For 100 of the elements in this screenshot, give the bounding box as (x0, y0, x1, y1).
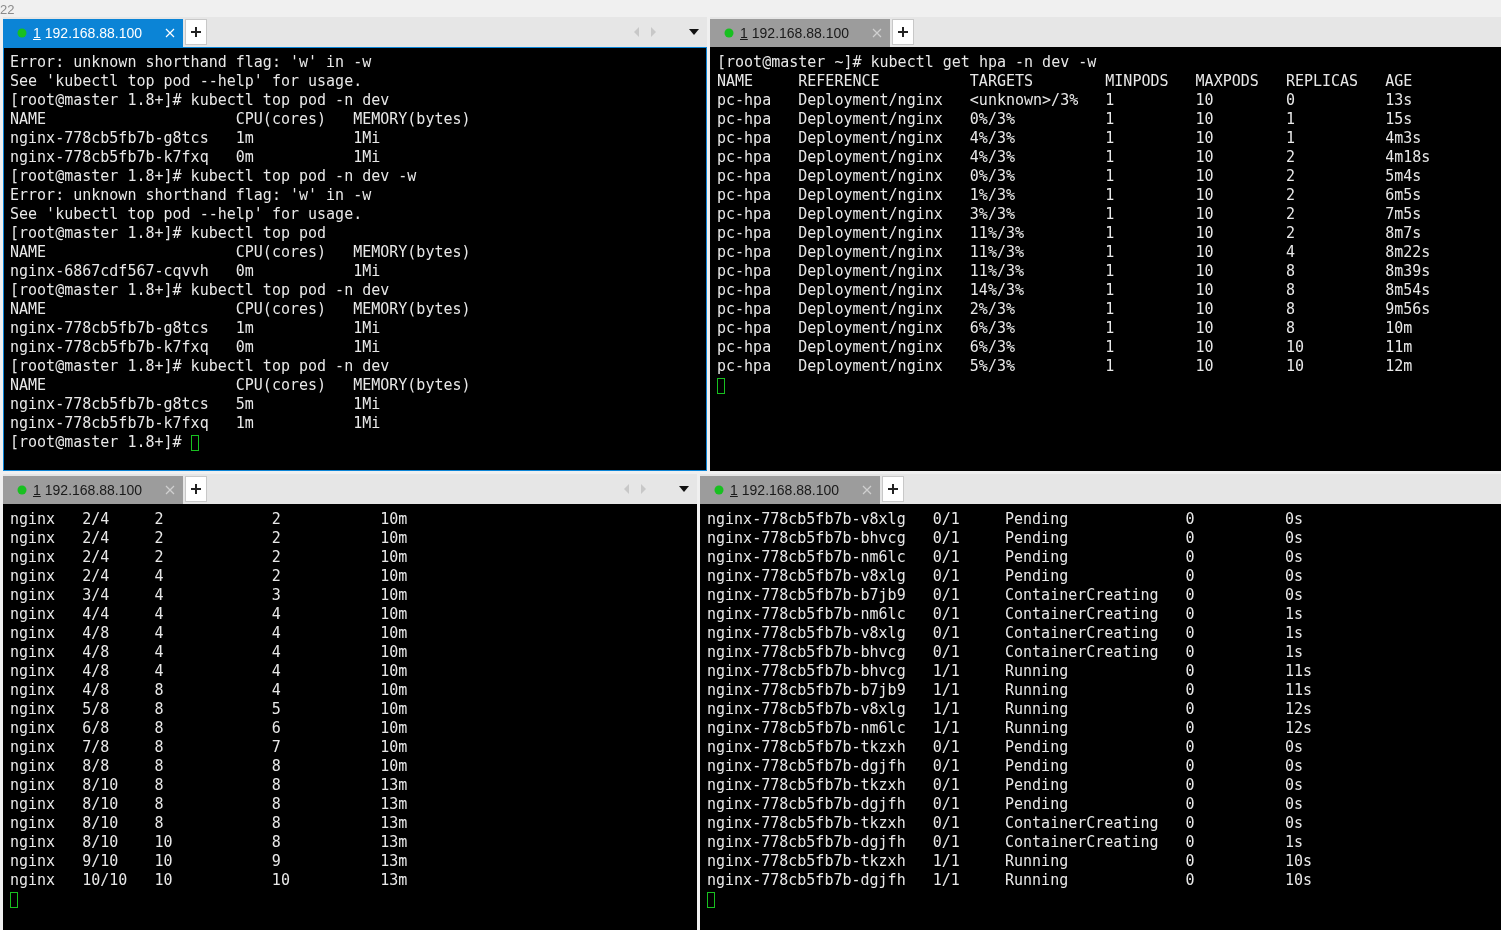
table-cell-text: 2 (1285, 148, 1296, 167)
table-cell-text: 2 (271, 567, 282, 586)
table-cell-text: 13m (380, 776, 409, 795)
session-tab[interactable]: 1 192.168.88.100 (710, 19, 890, 47)
table-cell-text: 10 (154, 871, 174, 890)
table-cell-text: 4 (271, 605, 282, 624)
table-cell-text: 0 (1185, 776, 1196, 795)
table-cell-text: MEMORY(bytes) (353, 110, 472, 129)
terminal-line: [root@master 1.8+]# kubectl top pod -n dev (10, 357, 391, 376)
table-cell-text: nginx (10, 643, 57, 662)
table-cell-text: 0%/3% (969, 110, 1016, 129)
table-cell-text: 11m (1385, 338, 1414, 357)
plus-icon (887, 483, 899, 495)
table-cell-text: 10 (1195, 357, 1215, 376)
table-cell-text: 8m7s (1385, 224, 1423, 243)
table-cell-text: ContainerCreating (1005, 833, 1160, 852)
new-tab-button[interactable] (185, 476, 207, 502)
table-cell-text: 2 (271, 548, 282, 567)
table-cell-text: 1 (1105, 281, 1116, 300)
table-cell-text: nginx-778cb5fb7b-dgjfh (707, 871, 907, 890)
table-cell-text: 0 (1185, 586, 1196, 605)
table-cell-text: 3 (271, 586, 282, 605)
dropdown-icon[interactable] (679, 486, 689, 492)
table-cell-text: 10m (380, 529, 409, 548)
table-cell-text: 1/1 (932, 719, 961, 738)
session-tab[interactable]: 1 192.168.88.100 (700, 476, 880, 504)
table-cell-text: 8 (1285, 281, 1296, 300)
table-cell-text: 0/1 (932, 795, 961, 814)
table-cell-text: nginx-778cb5fb7b-g8tcs (10, 395, 210, 414)
table-cell-text: 0/1 (932, 548, 961, 567)
table-cell-text: 0 (1185, 548, 1196, 567)
table-cell-text: 6%/3% (969, 338, 1016, 357)
table-cell-text: 13m (380, 814, 409, 833)
session-tab[interactable]: 1 192.168.88.100 (3, 476, 183, 504)
table-cell-text: CPU(cores) (235, 110, 328, 129)
table-cell-text: 1 (1105, 338, 1116, 357)
table-cell-text: ContainerCreating (1005, 605, 1160, 624)
table-cell-text: nginx (10, 567, 57, 586)
table-cell-text: 8m22s (1385, 243, 1432, 262)
table-cell-text: nginx (10, 852, 57, 871)
table-cell-text: AGE (1385, 72, 1414, 91)
session-tab[interactable]: 1 192.168.88.100 (3, 19, 183, 47)
table-cell-text: 2%/3% (969, 300, 1016, 319)
status-dot-icon (17, 28, 27, 38)
table-cell-text: 8 (154, 719, 165, 738)
table-cell-text: 6/8 (82, 719, 111, 738)
table-cell-text: 1Mi (353, 338, 382, 357)
table-cell-text: 1 (1105, 262, 1116, 281)
table-cell-text: 0s (1284, 510, 1304, 529)
table-cell-text: 1/1 (932, 871, 961, 890)
table-cell-text: 4/8 (82, 681, 111, 700)
table-cell-text: 1Mi (353, 129, 382, 148)
table-cell-text: 1 (1105, 224, 1116, 243)
table-cell-text: 0 (1185, 757, 1196, 776)
table-cell-text: 0 (1185, 871, 1196, 890)
table-cell-text: 4/8 (82, 662, 111, 681)
table-cell-text: 4/8 (82, 643, 111, 662)
table-cell-text: nginx (10, 586, 57, 605)
table-cell-text: 0 (1185, 681, 1196, 700)
table-cell-text: Deployment/nginx (798, 129, 944, 148)
table-cell-text: 10s (1284, 871, 1314, 890)
new-tab-button[interactable] (882, 476, 904, 502)
table-cell-text: 10m (380, 738, 409, 757)
table-cell-text: 10m (1385, 319, 1414, 338)
table-cell-text: nginx-778cb5fb7b-k7fxq (10, 414, 210, 433)
table-cell-text: 4 (154, 624, 165, 643)
terminal-line: [root@master ~]# kubectl get hpa -n dev -w (717, 53, 1098, 72)
table-cell-text: Deployment/nginx (798, 186, 944, 205)
table-cell-text: 10 (1195, 338, 1215, 357)
table-cell-text: 0 (1185, 567, 1196, 586)
new-tab-button[interactable] (185, 19, 207, 45)
table-cell-text: 0/1 (932, 776, 961, 795)
table-cell-text: 8 (271, 757, 282, 776)
table-cell-text: pc-hpa (717, 262, 773, 281)
table-cell-text: nginx (10, 871, 57, 890)
table-cell-text: ContainerCreating (1005, 586, 1160, 605)
table-cell-text: nginx (10, 738, 57, 757)
table-cell-text: 9/10 (82, 852, 120, 871)
table-cell-text: 10 (154, 833, 174, 852)
table-cell-text: 0m (235, 262, 255, 281)
table-cell-text: 1 (1105, 129, 1116, 148)
table-cell-text: NAME (10, 300, 48, 319)
table-cell-text: nginx-778cb5fb7b-dgjfh (707, 795, 907, 814)
table-cell-text: nginx-778cb5fb7b-tkzxh (707, 814, 907, 833)
table-cell-text: 8/8 (82, 757, 111, 776)
table-cell-text: Pending (1005, 738, 1070, 757)
dropdown-icon[interactable] (689, 29, 699, 35)
table-cell-text: 4 (271, 643, 282, 662)
table-cell-text: 1/1 (932, 662, 961, 681)
table-cell-text: Running (1005, 681, 1070, 700)
table-cell-text: 11%/3% (969, 224, 1026, 243)
table-cell-text: 0/1 (932, 643, 961, 662)
table-cell-text: 2 (1285, 167, 1296, 186)
table-cell-text: nginx-778cb5fb7b-k7fxq (10, 148, 210, 167)
table-cell-text: CPU(cores) (235, 243, 328, 262)
table-cell-text: 4/8 (82, 624, 111, 643)
table-cell-text: 10/10 (82, 871, 129, 890)
table-cell-text: 8 (271, 795, 282, 814)
table-cell-text: pc-hpa (717, 281, 773, 300)
new-tab-button[interactable] (892, 19, 914, 45)
